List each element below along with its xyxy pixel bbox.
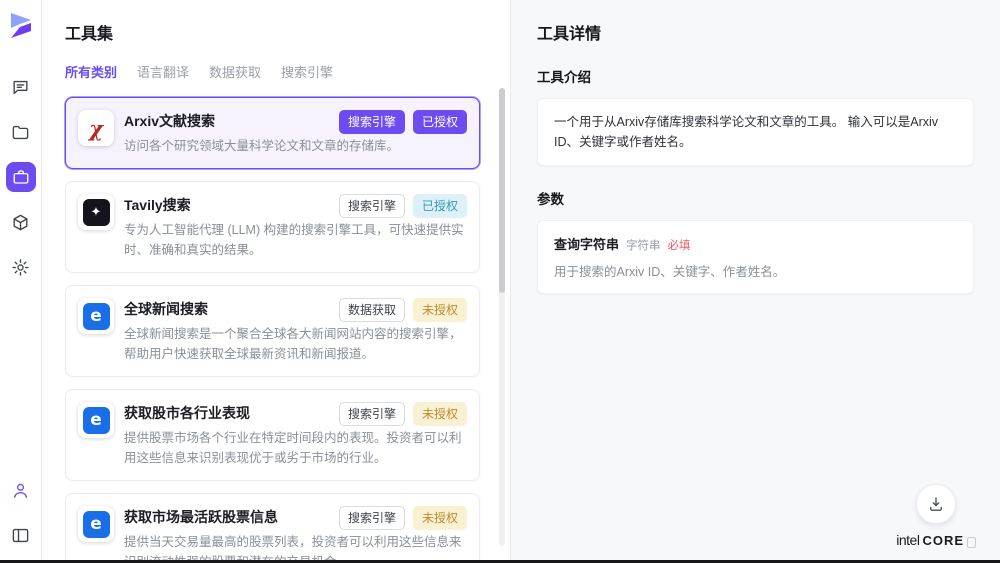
layout-panel-icon (11, 526, 30, 545)
intel-product-text: CORE (922, 533, 964, 548)
params-heading: 参数 (537, 188, 974, 208)
param-name: 查询字符串 (554, 234, 619, 253)
tool-icon: ✦ (78, 194, 114, 230)
tab-category-0[interactable]: 所有类别 (65, 62, 117, 81)
category-tabs: 所有类别 语言翻译 数据获取 搜索引擎 (65, 62, 480, 81)
auth-status-badge: 已授权 (413, 110, 467, 134)
floating-actions: intel CORE (896, 484, 976, 548)
tool-card[interactable]: e 全球新闻搜索 全球新闻搜索是一个聚合全球各大新闻网站内容的搜索引擎，帮助用户… (65, 285, 480, 377)
tool-description: 全球新闻搜索是一个聚合全球各大新闻网站内容的搜索引擎，帮助用户快速获取全球最新资… (124, 324, 467, 364)
tool-description: 提供当天交易量最高的股票列表，投资者可以利用这些信息来识别流动性强的股票和潜在的… (124, 532, 467, 560)
download-button[interactable] (916, 484, 956, 524)
tool-description: 访问各个研究领域大量科学论文和文章的存储库。 (124, 136, 467, 156)
tab-category-2[interactable]: 数据获取 (209, 62, 261, 81)
sidebar-item-toolset[interactable] (6, 162, 36, 192)
category-badge: 搜索引擎 (339, 194, 405, 218)
param-description: 用于搜索的Arxiv ID、关键字、作者姓名。 (554, 261, 957, 280)
tab-category-1[interactable]: 语言翻译 (137, 62, 189, 81)
tool-list: χ Arxiv文献搜索 访问各个研究领域大量科学论文和文章的存储库。 搜索引擎 … (65, 97, 480, 560)
sidebar-item-collapse[interactable] (6, 520, 36, 550)
nav-sidebar (0, 0, 42, 560)
folder-icon (11, 123, 30, 142)
param-required-flag: 必填 (668, 237, 691, 253)
intro-heading: 工具介绍 (537, 66, 974, 86)
auth-status-badge: 未授权 (413, 506, 467, 530)
tool-card[interactable]: ✦ Tavily搜索 专为人工智能代理 (LLM) 构建的搜索引擎工具，可快速提… (65, 181, 480, 273)
app-window: 工具集 所有类别语言翻译数据获取搜索引擎 χ Arxiv文献搜索 访问各个研究领… (0, 0, 1000, 560)
tool-description: 专为人工智能代理 (LLM) 构建的搜索引擎工具，可快速提供实时、准确和真实的结… (124, 220, 467, 260)
auth-status-badge: 未授权 (413, 402, 467, 426)
intel-badge-mark (967, 537, 976, 548)
tool-card[interactable]: χ Arxiv文献搜索 访问各个研究领域大量科学论文和文章的存储库。 搜索引擎 … (65, 97, 480, 169)
sidebar-item-files[interactable] (6, 117, 36, 147)
tool-badges: 搜索引擎 未授权 (339, 402, 467, 426)
auth-status-badge: 未授权 (413, 298, 467, 322)
param-head: 查询字符串 字符串 必填 (554, 234, 957, 253)
tool-icon: e (78, 402, 114, 438)
tool-description: 提供股票市场各个行业在特定时间段内的表现。投资者可以利用这些信息来识别表现优于或… (124, 428, 467, 468)
tab-category-3[interactable]: 搜索引擎 (281, 62, 333, 81)
category-badge: 搜索引擎 (339, 402, 405, 426)
category-badge: 数据获取 (339, 298, 405, 322)
briefcase-icon (12, 168, 30, 186)
download-icon (927, 495, 945, 513)
list-scrollbar-thumb[interactable] (499, 88, 505, 293)
tool-detail-panel: 工具详情 工具介绍 一个用于从Arxiv存储库搜索科学论文和文章的工具。 输入可… (510, 0, 1000, 560)
sidebar-item-plugins[interactable] (6, 207, 36, 237)
tool-badges: 搜索引擎 未授权 (339, 506, 467, 530)
tool-card[interactable]: e 获取市场最活跃股票信息 提供当天交易量最高的股票列表，投资者可以利用这些信息… (65, 493, 480, 560)
toolset-title: 工具集 (65, 20, 480, 44)
toolset-panel: 工具集 所有类别语言翻译数据获取搜索引擎 χ Arxiv文献搜索 访问各个研究领… (42, 0, 510, 560)
tool-badges: 数据获取 未授权 (339, 298, 467, 322)
tool-badges: 搜索引擎 已授权 (339, 110, 467, 134)
arxiv-logo-icon: χ (89, 118, 103, 139)
intel-core-logo: intel CORE (896, 532, 976, 548)
param-type: 字符串 (626, 237, 661, 253)
chat-icon (11, 78, 30, 97)
tool-icon: e (78, 506, 114, 542)
aggregator-logo-icon: e (83, 511, 110, 538)
category-badge: 搜索引擎 (339, 110, 405, 134)
app-logo (9, 12, 33, 44)
sidebar-item-chat[interactable] (6, 72, 36, 102)
tool-icon: χ (78, 110, 114, 146)
category-badge: 搜索引擎 (339, 506, 405, 530)
sidebar-item-account[interactable] (6, 475, 36, 505)
tavily-logo-icon: ✦ (83, 199, 110, 226)
aggregator-logo-icon: e (83, 407, 110, 434)
settings-gear-icon (11, 258, 30, 277)
user-icon (11, 481, 30, 500)
detail-title: 工具详情 (537, 20, 974, 44)
tool-card[interactable]: e 获取股市各行业表现 提供股票市场各个行业在特定时间段内的表现。投资者可以利用… (65, 389, 480, 481)
intel-brand-text: intel (896, 532, 919, 548)
tool-badges: 搜索引擎 已授权 (339, 194, 467, 218)
auth-status-badge: 已授权 (413, 194, 467, 218)
intro-card: 一个用于从Arxiv存储库搜索科学论文和文章的工具。 输入可以是Arxiv ID… (537, 98, 974, 166)
sidebar-item-settings[interactable] (6, 252, 36, 282)
list-scrollbar-track[interactable] (499, 88, 505, 546)
param-card: 查询字符串 字符串 必填 用于搜索的Arxiv ID、关键字、作者姓名。 (537, 220, 974, 294)
aggregator-logo-icon: e (83, 303, 110, 330)
cube-icon (11, 213, 30, 232)
tool-icon: e (78, 298, 114, 334)
